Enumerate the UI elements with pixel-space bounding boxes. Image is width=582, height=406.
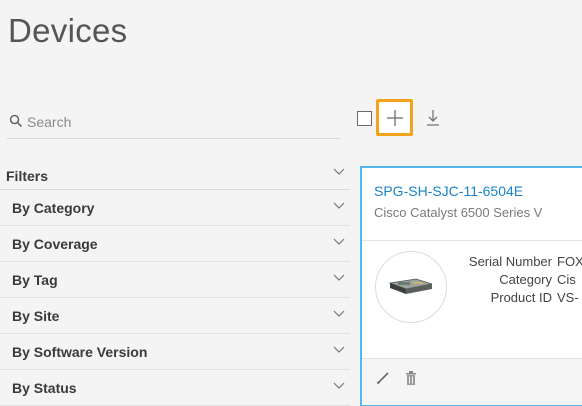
- trash-icon[interactable]: [404, 370, 418, 386]
- spec-key: Category: [499, 272, 552, 287]
- filter-by-coverage[interactable]: By Coverage: [0, 226, 350, 262]
- page-title: Devices: [8, 12, 128, 49]
- spec-value: VS-: [557, 290, 579, 305]
- search-input[interactable]: [27, 111, 327, 133]
- device-model: Cisco Catalyst 6500 Series V: [374, 205, 543, 220]
- download-icon[interactable]: [425, 109, 441, 129]
- plus-icon: [386, 109, 403, 126]
- filter-by-site[interactable]: By Site: [0, 298, 350, 334]
- chevron-down-icon: [333, 238, 345, 245]
- filter-by-category[interactable]: By Category: [0, 190, 350, 226]
- spec-key: Serial Number: [468, 254, 552, 269]
- filters-header[interactable]: Filters: [0, 160, 350, 190]
- chevron-down-icon: [333, 274, 345, 281]
- device-image: [375, 251, 447, 323]
- spec-category: Category Cis: [452, 272, 582, 290]
- device-card[interactable]: SPG-SH-SJC-11-6504E Cisco Catalyst 6500 …: [360, 166, 582, 406]
- chevron-down-icon: [333, 168, 345, 175]
- select-all-checkbox[interactable]: [357, 111, 372, 126]
- spec-value: FOX: [557, 254, 582, 269]
- filters-header-label: Filters: [6, 168, 49, 184]
- filter-by-tag[interactable]: By Tag: [0, 262, 350, 298]
- filter-label: By Site: [12, 308, 60, 324]
- filter-by-status[interactable]: By Status: [0, 370, 350, 406]
- spec-product-id: Product ID VS-: [452, 290, 582, 308]
- card-divider: [362, 240, 582, 241]
- filter-label: By Tag: [12, 272, 58, 288]
- spec-serial-number: Serial Number FOX: [452, 254, 582, 272]
- chevron-down-icon: [333, 382, 345, 389]
- search-icon: [9, 114, 23, 128]
- chevron-down-icon: [333, 346, 345, 353]
- filter-label: By Category: [12, 200, 95, 216]
- pencil-icon[interactable]: [376, 371, 390, 385]
- filters-panel: Filters By Category By Coverage By Tag B…: [0, 160, 350, 406]
- chevron-down-icon: [333, 310, 345, 317]
- spec-key: Product ID: [490, 290, 552, 305]
- add-device-button[interactable]: [376, 99, 413, 136]
- chevron-down-icon: [333, 202, 345, 209]
- search-bar: [7, 108, 340, 139]
- card-footer: [362, 358, 582, 405]
- device-specs: Serial Number FOX Category Cis Product ID V…: [452, 254, 582, 308]
- filter-label: By Coverage: [12, 236, 98, 252]
- spec-value: Cis: [557, 272, 576, 287]
- filter-by-software-version[interactable]: By Software Version: [0, 334, 350, 370]
- filter-label: By Status: [12, 380, 77, 396]
- filter-label: By Software Version: [12, 344, 148, 360]
- switch-module-icon: [388, 278, 433, 294]
- device-name-link[interactable]: SPG-SH-SJC-11-6504E: [374, 183, 523, 199]
